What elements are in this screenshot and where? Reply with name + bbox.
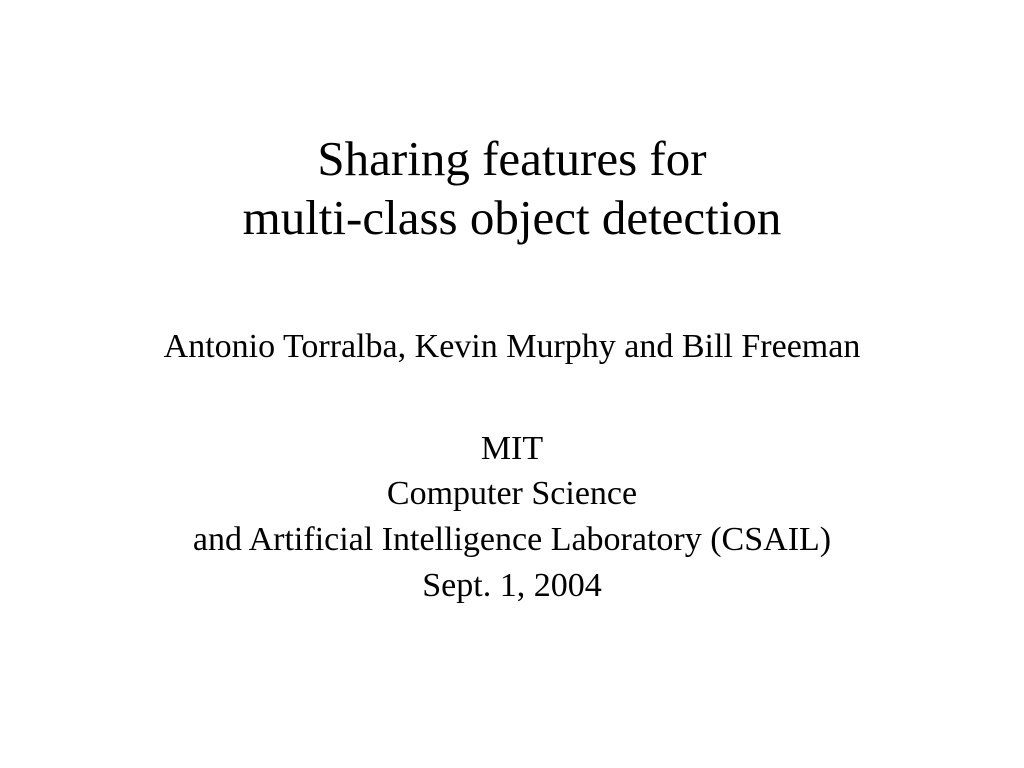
affiliation-line-2: Computer Science [193,471,831,517]
affiliation-line-1: MIT [193,426,831,472]
title-line-2: multi-class object detection [243,189,782,248]
affiliation-line-3: and Artificial Intelligence Laboratory (… [193,517,831,563]
title-line-1: Sharing features for [243,130,782,189]
slide-date: Sept. 1, 2004 [193,563,831,609]
slide-authors: Antonio Torralba, Kevin Murphy and Bill … [164,328,861,366]
slide-affiliation: MIT Computer Science and Artificial Inte… [193,426,831,610]
presentation-slide: Sharing features for multi-class object … [0,0,1024,768]
slide-title: Sharing features for multi-class object … [243,130,782,248]
